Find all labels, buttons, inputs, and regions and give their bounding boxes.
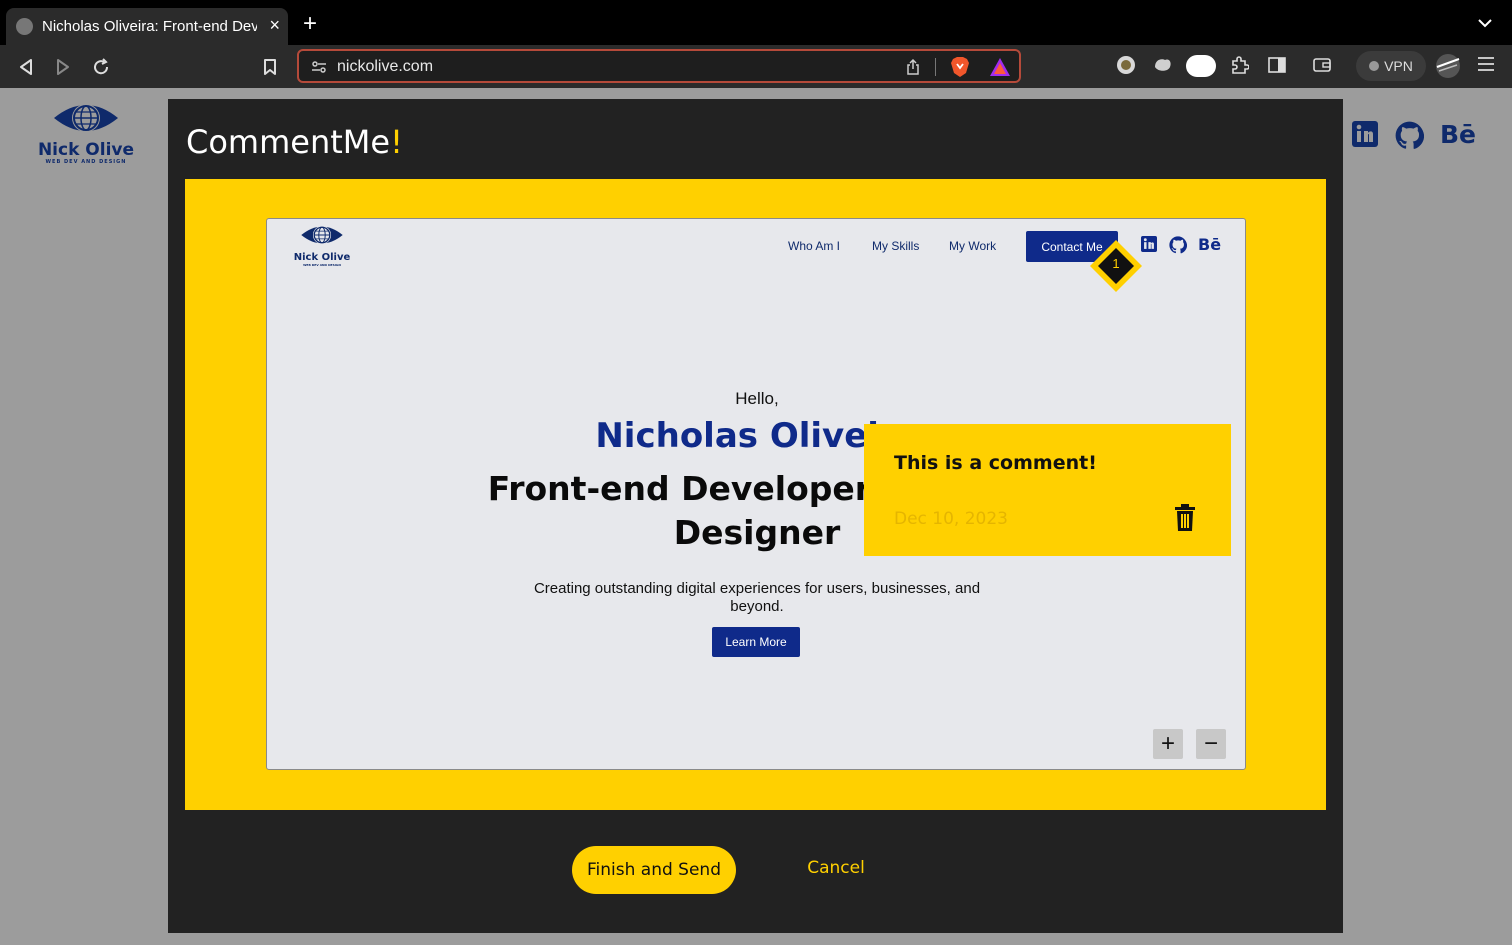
browser-tab[interactable]: Nicholas Oliveira: Front-end Developer &…: [6, 8, 288, 45]
nav-my-skills[interactable]: My Skills: [872, 239, 919, 253]
preview-logo[interactable]: Nick Olive WEB DEV AND DESIGN: [291, 223, 353, 267]
forward-icon[interactable]: [52, 56, 74, 78]
tab-title: Nicholas Oliveira: Front-end Developer &…: [42, 18, 257, 35]
wallet-icon[interactable]: [1312, 55, 1332, 80]
logo-name: Nick Olive: [37, 140, 135, 160]
nav-my-work[interactable]: My Work: [949, 239, 996, 253]
nav-who-am-i[interactable]: Who Am I: [788, 239, 840, 253]
commentme-modal: CommentMe! Nick Olive WEB DEV AND DESIGN…: [168, 99, 1343, 933]
logo-tagline: WEB DEV AND DESIGN: [45, 159, 127, 165]
site-settings-icon[interactable]: [311, 59, 327, 80]
hero-greeting: Hello,: [735, 389, 779, 408]
finish-and-send-button[interactable]: Finish and Send: [572, 846, 736, 894]
globe-icon: [16, 18, 33, 35]
zoom-in-button[interactable]: +: [1153, 729, 1183, 759]
vpn-label: VPN: [1384, 58, 1413, 74]
reload-icon[interactable]: [90, 56, 112, 78]
sidebar-icon[interactable]: [1267, 55, 1287, 80]
eye-globe-icon: [301, 225, 343, 245]
divider: [935, 58, 936, 76]
behance-icon[interactable]: Bē: [1440, 120, 1476, 149]
modal-title-accent: !: [390, 123, 403, 161]
logo-name: Nick Olive: [293, 252, 351, 263]
site-preview[interactable]: Nick Olive WEB DEV AND DESIGN Who Am I M…: [266, 218, 1246, 770]
extension-icon[interactable]: [1153, 55, 1173, 80]
extensions-puzzle-icon[interactable]: [1229, 55, 1250, 80]
chevron-down-icon[interactable]: [1478, 15, 1492, 33]
menu-icon[interactable]: [1477, 55, 1495, 78]
zoom-out-button[interactable]: −: [1196, 729, 1226, 759]
address-bar[interactable]: nickolive.com: [297, 49, 1021, 83]
browser-tab-bar: Nicholas Oliveira: Front-end Developer &…: [0, 0, 1512, 45]
comment-pin[interactable]: 1: [1088, 238, 1144, 294]
vpn-button[interactable]: VPN: [1356, 51, 1426, 81]
share-icon[interactable]: [906, 58, 920, 81]
extension-icon[interactable]: [1116, 55, 1136, 80]
github-icon[interactable]: [1169, 236, 1188, 259]
logo-tagline: WEB DEV AND DESIGN: [303, 263, 341, 267]
back-icon[interactable]: [15, 56, 37, 78]
linkedin-icon[interactable]: [1352, 121, 1378, 152]
close-tab-icon[interactable]: ×: [269, 16, 280, 34]
comment-pin-number: 1: [1112, 256, 1120, 271]
learn-more-button[interactable]: Learn More: [712, 627, 800, 657]
url-text[interactable]: nickolive.com: [337, 58, 433, 76]
comment-date: Dec 10, 2023: [894, 509, 1009, 529]
toggle-icon[interactable]: [1185, 54, 1217, 83]
github-icon[interactable]: [1395, 121, 1425, 155]
hero-description: Creating outstanding digital experiences…: [533, 580, 981, 615]
trash-icon[interactable]: [1174, 504, 1196, 537]
modal-title-text: CommentMe: [186, 123, 391, 161]
new-tab-button[interactable]: +: [303, 12, 317, 36]
vpn-status-dot: [1369, 61, 1380, 71]
modal-title: CommentMe!: [186, 123, 403, 161]
site-logo[interactable]: Nick Olive WEB DEV AND DESIGN: [36, 100, 136, 165]
brave-rewards-icon[interactable]: [989, 57, 1011, 82]
comment-text: This is a comment!: [894, 452, 1097, 474]
profile-avatar[interactable]: [1435, 53, 1461, 84]
comment-canvas: Nick Olive WEB DEV AND DESIGN Who Am I M…: [185, 179, 1326, 810]
bookmark-icon[interactable]: [259, 56, 281, 78]
comment-popover: This is a comment! Dec 10, 2023: [864, 424, 1231, 556]
cancel-button[interactable]: Cancel: [788, 858, 884, 878]
browser-toolbar: nickolive.com VPN: [0, 45, 1512, 88]
brave-shields-icon[interactable]: [950, 56, 970, 83]
eye-globe-icon: [54, 104, 118, 132]
behance-icon[interactable]: Bē: [1198, 235, 1221, 254]
